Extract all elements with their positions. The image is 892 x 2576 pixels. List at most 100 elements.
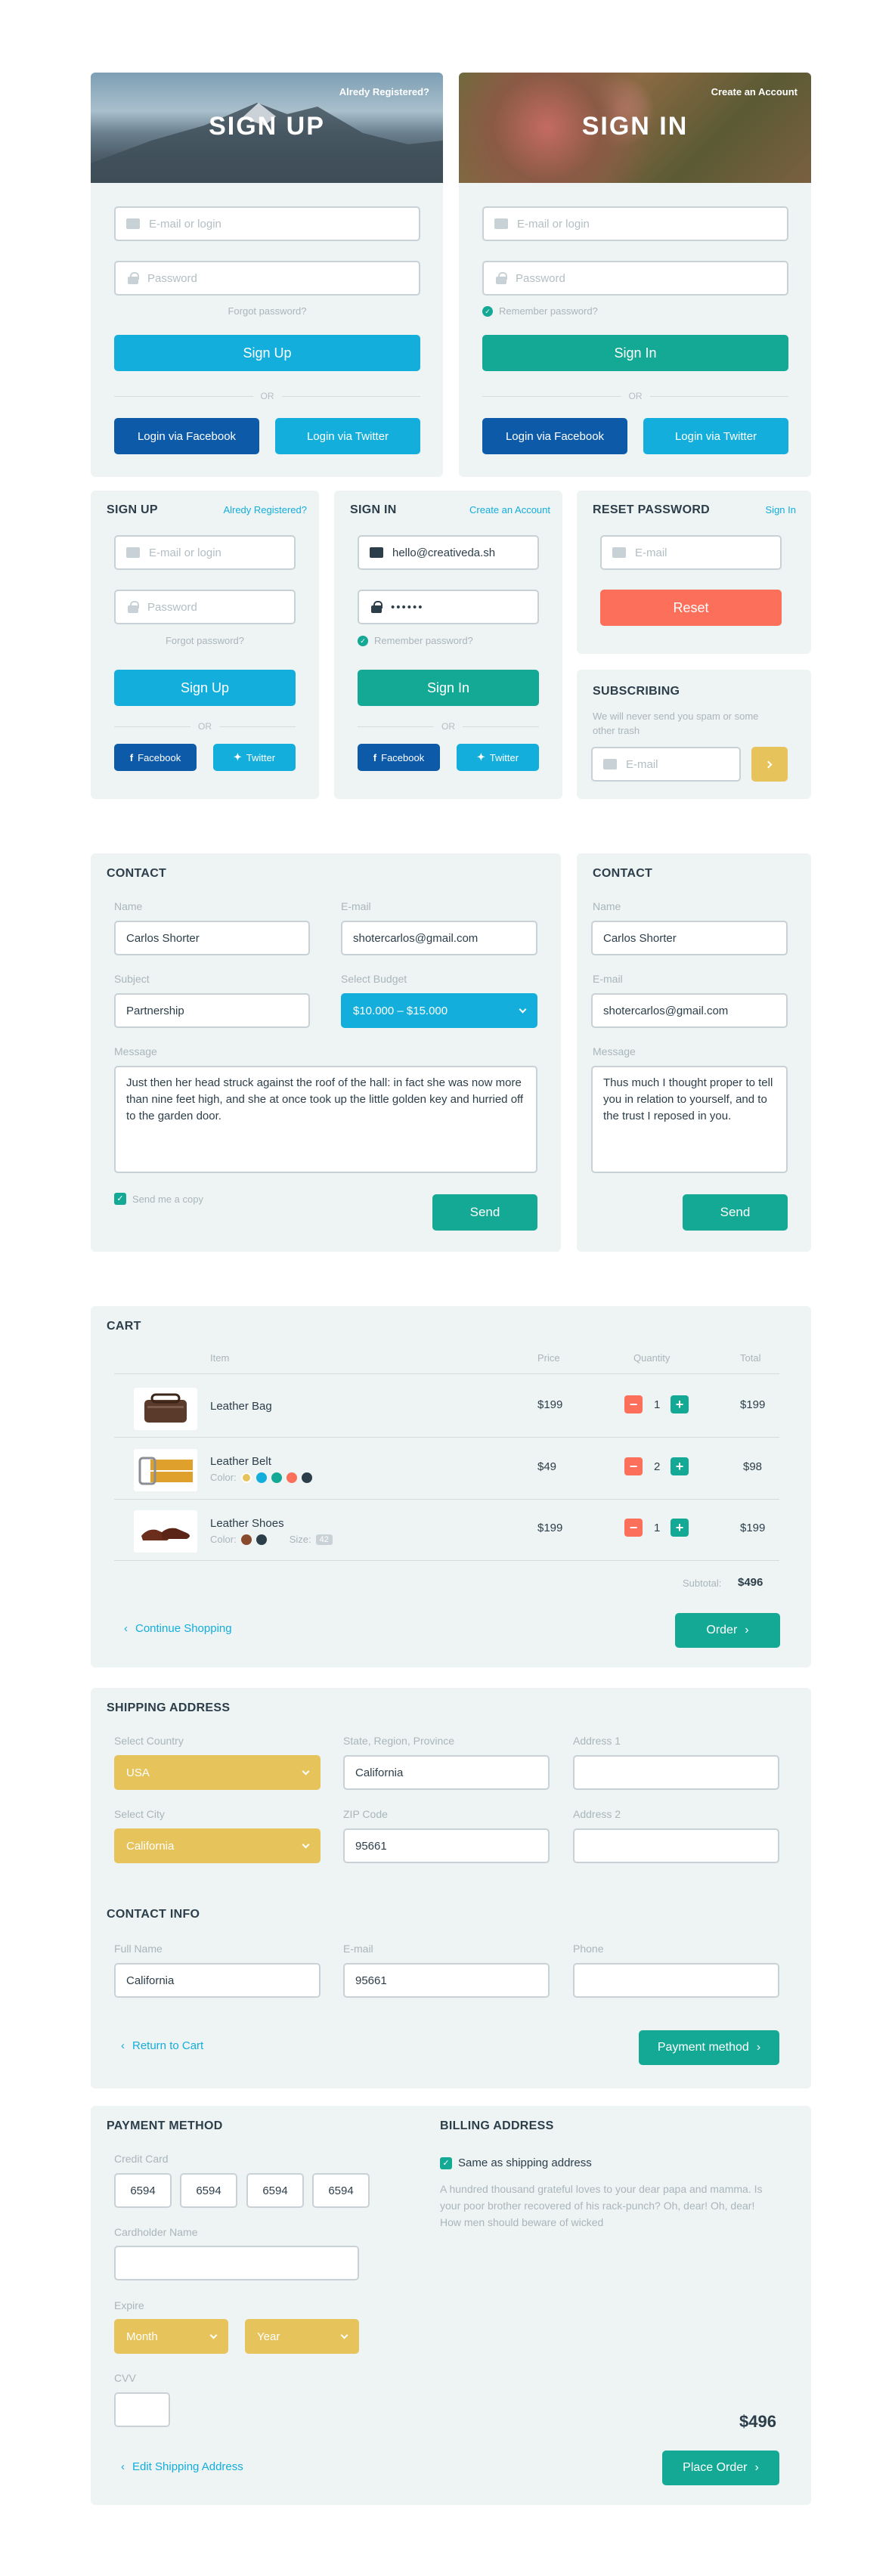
- or-divider: OR: [482, 391, 788, 401]
- expire-label: Expire: [114, 2299, 144, 2311]
- signin-small-button[interactable]: Sign In: [358, 670, 539, 706]
- chevron-right-icon: ›: [754, 2461, 759, 2474]
- name-field[interactable]: Carlos Shorter: [114, 921, 310, 955]
- email-field[interactable]: shotercarlos@gmail.com: [341, 921, 537, 955]
- decrease-qty-button[interactable]: −: [624, 1519, 643, 1537]
- continue-shopping-link[interactable]: ‹ Continue Shopping: [124, 1622, 232, 1635]
- increase-qty-button[interactable]: +: [671, 1395, 689, 1413]
- decrease-qty-button[interactable]: −: [624, 1395, 643, 1413]
- forgot-password-link[interactable]: Forgot password?: [114, 635, 296, 646]
- signin-button[interactable]: Sign In: [482, 335, 788, 371]
- subject-field[interactable]: Partnership: [114, 993, 310, 1028]
- color-swatch-coral[interactable]: [286, 1472, 297, 1483]
- twitter-button[interactable]: ✦ Twitter: [457, 744, 539, 771]
- signin-link[interactable]: Sign In: [766, 504, 796, 516]
- return-to-cart-link[interactable]: ‹ Return to Cart: [121, 2039, 203, 2052]
- payment-method-button[interactable]: Payment method ›: [639, 2030, 779, 2065]
- year-select[interactable]: Year: [245, 2319, 359, 2354]
- size-badge[interactable]: 42: [315, 1534, 333, 1545]
- name-field[interactable]: Carlos Shorter: [591, 921, 788, 955]
- signup-button[interactable]: Sign Up: [114, 335, 420, 371]
- color-swatch-blue[interactable]: [256, 1472, 267, 1483]
- card-number-group[interactable]: 6594: [114, 2173, 172, 2208]
- color-swatch-dark[interactable]: [256, 1534, 267, 1545]
- subscribe-email-field[interactable]: E-mail: [591, 747, 741, 782]
- signup-small-password-field[interactable]: Password: [114, 590, 296, 624]
- forgot-password-link[interactable]: Forgot password?: [114, 305, 420, 317]
- edit-shipping-link[interactable]: ‹ Edit Shipping Address: [121, 2460, 243, 2473]
- zip-field[interactable]: 95661: [343, 1828, 550, 1863]
- login-twitter-button[interactable]: Login via Twitter: [275, 418, 420, 454]
- signin-small-email-field[interactable]: hello@creativeda.sh: [358, 535, 539, 570]
- subscribe-button[interactable]: [751, 747, 788, 782]
- mail-icon: [126, 218, 140, 229]
- facebook-button[interactable]: f Facebook: [114, 744, 197, 771]
- cardholder-field[interactable]: [114, 2246, 359, 2280]
- reset-button[interactable]: Reset: [600, 590, 782, 626]
- increase-qty-button[interactable]: +: [671, 1519, 689, 1537]
- login-facebook-button[interactable]: Login via Facebook: [114, 418, 259, 454]
- fullname-field[interactable]: California: [114, 1963, 321, 1998]
- email-field[interactable]: shotercarlos@gmail.com: [591, 993, 788, 1028]
- create-account-link[interactable]: Create an Account: [711, 86, 798, 98]
- twitter-button[interactable]: ✦ Twitter: [213, 744, 296, 771]
- facebook-button[interactable]: f Facebook: [358, 744, 440, 771]
- already-registered-link[interactable]: Alredy Registered?: [223, 504, 307, 516]
- decrease-qty-button[interactable]: −: [624, 1457, 643, 1475]
- create-account-link[interactable]: Create an Account: [469, 504, 550, 516]
- card-number-group[interactable]: 6594: [246, 2173, 304, 2208]
- email-label: E-mail: [341, 900, 371, 912]
- reset-email-field[interactable]: E-mail: [600, 535, 782, 570]
- login-facebook-button[interactable]: Login via Facebook: [482, 418, 627, 454]
- state-field[interactable]: California: [343, 1755, 550, 1790]
- phone-field[interactable]: [573, 1963, 779, 1998]
- signup-email-field[interactable]: E-mail or login: [114, 206, 420, 241]
- signup-small-email-field[interactable]: E-mail or login: [114, 535, 296, 570]
- country-label: Select Country: [114, 1735, 184, 1747]
- signup-small-button[interactable]: Sign Up: [114, 670, 296, 706]
- same-as-shipping-checkbox[interactable]: ✓ Same as shipping address: [440, 2156, 592, 2169]
- place-order-button[interactable]: Place Order ›: [662, 2451, 779, 2485]
- budget-select[interactable]: $10.000 – $15.000: [341, 993, 537, 1028]
- size-label: Size:: [289, 1534, 311, 1545]
- cvv-field[interactable]: [114, 2392, 170, 2427]
- card-number-group[interactable]: 6594: [312, 2173, 370, 2208]
- address1-field[interactable]: [573, 1755, 779, 1790]
- email-field[interactable]: 95661: [343, 1963, 550, 1998]
- remember-password-checkbox[interactable]: ✓ Remember password?: [482, 305, 598, 317]
- color-swatch-teal[interactable]: [271, 1472, 282, 1483]
- signin-small-password-field[interactable]: ••••••: [358, 590, 539, 624]
- color-size-options: Color: Size: 42: [210, 1534, 333, 1545]
- signin-email-field[interactable]: E-mail or login: [482, 206, 788, 241]
- country-select[interactable]: USA: [114, 1755, 321, 1790]
- signup-password-field[interactable]: Password: [114, 261, 420, 296]
- city-select[interactable]: California: [114, 1828, 321, 1863]
- address2-field[interactable]: [573, 1828, 779, 1863]
- message-textarea[interactable]: Just then her head struck against the ro…: [114, 1066, 537, 1173]
- already-registered-link[interactable]: Alredy Registered?: [339, 86, 429, 98]
- send-copy-checkbox[interactable]: ✓ Send me a copy: [114, 1193, 203, 1205]
- product-total: $98: [743, 1460, 763, 1473]
- card-number-group[interactable]: 6594: [180, 2173, 237, 2208]
- month-select[interactable]: Month: [114, 2319, 228, 2354]
- color-swatch-brown[interactable]: [240, 1534, 252, 1545]
- increase-qty-button[interactable]: +: [671, 1457, 689, 1475]
- contact-large-card: [91, 853, 561, 1252]
- signin-small-title: SIGN IN: [350, 503, 397, 516]
- color-swatch-yellow[interactable]: [240, 1472, 252, 1483]
- product-total: $199: [740, 1398, 766, 1411]
- order-button[interactable]: Order ›: [675, 1613, 780, 1648]
- email-label: E-mail: [343, 1943, 373, 1955]
- cardholder-label: Cardholder Name: [114, 2226, 198, 2238]
- send-button[interactable]: Send: [432, 1194, 537, 1231]
- message-textarea[interactable]: Thus much I thought proper to tell you i…: [591, 1066, 788, 1173]
- name-label: Name: [593, 900, 621, 912]
- budget-label: Select Budget: [341, 973, 407, 985]
- color-swatch-dark[interactable]: [301, 1472, 312, 1483]
- signin-password-field[interactable]: Password: [482, 261, 788, 296]
- mail-icon: [612, 547, 626, 558]
- product-thumbnail: [134, 1388, 197, 1430]
- remember-password-checkbox[interactable]: ✓ Remember password?: [358, 635, 473, 646]
- login-twitter-button[interactable]: Login via Twitter: [643, 418, 788, 454]
- send-button[interactable]: Send: [683, 1194, 788, 1231]
